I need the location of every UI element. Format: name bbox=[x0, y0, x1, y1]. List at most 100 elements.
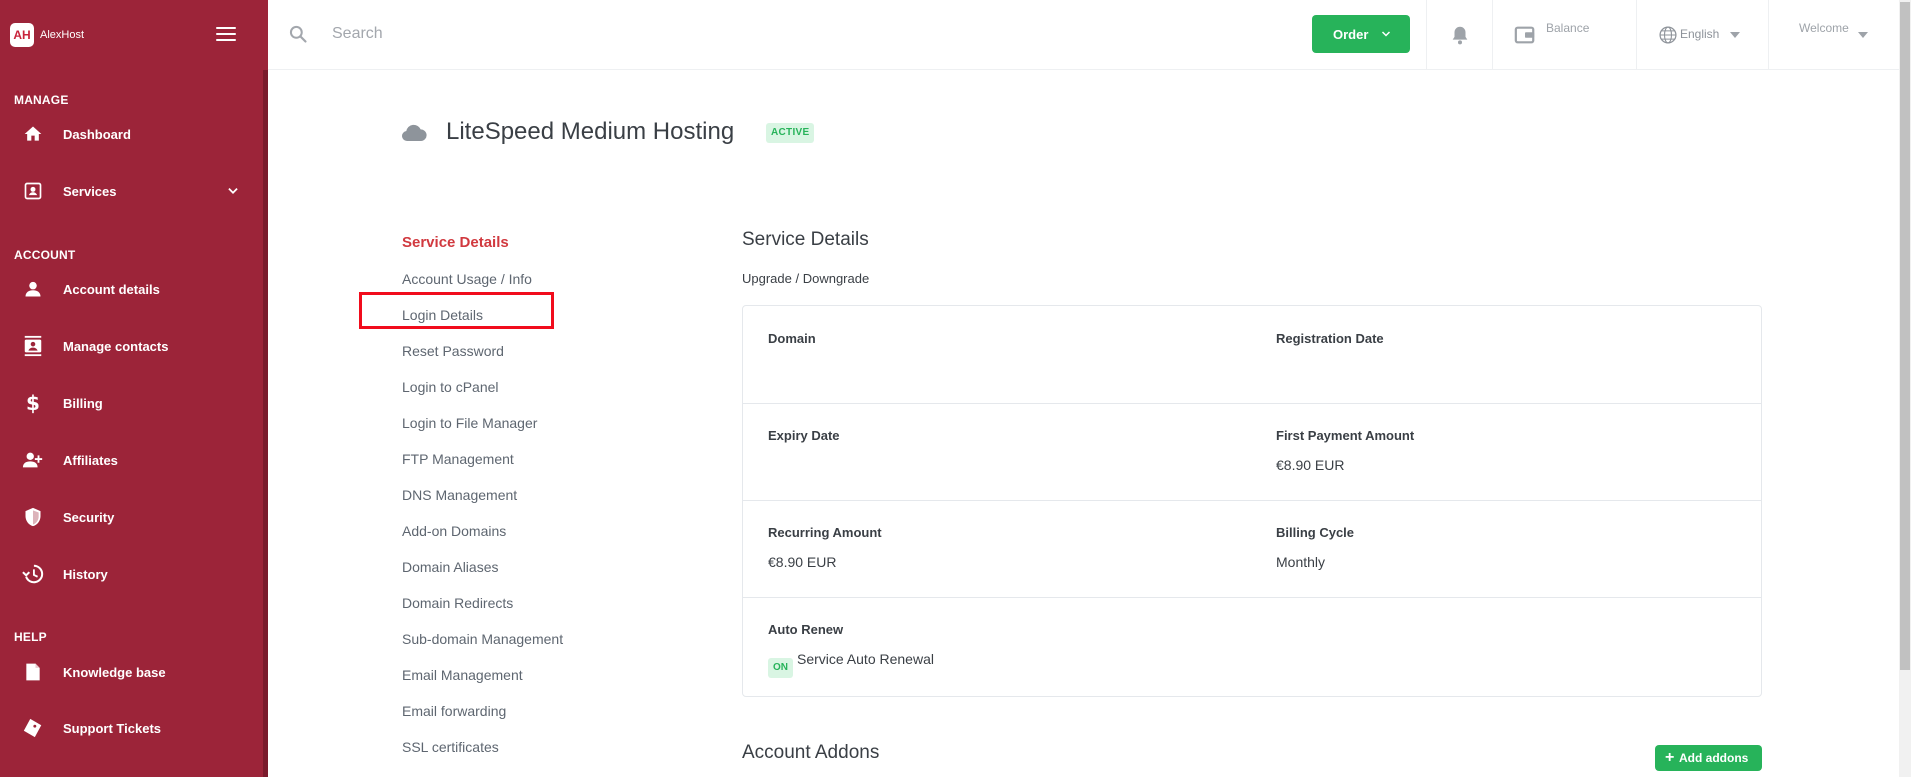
domain-label: Domain bbox=[768, 331, 816, 346]
sidebar-edge bbox=[263, 70, 268, 777]
sidebar-item-label: Account details bbox=[63, 281, 160, 297]
sidebar-item-affiliates[interactable]: Affiliates bbox=[0, 440, 260, 480]
sidebar-item-label: Manage contacts bbox=[63, 338, 169, 354]
sidebar: AH AlexHost MANAGE Dashboard Services AC… bbox=[0, 0, 268, 777]
submenu-domain-redirects[interactable]: Domain Redirects bbox=[402, 595, 513, 611]
billing-cycle-label: Billing Cycle bbox=[1276, 525, 1355, 540]
submenu-ssl-certificates[interactable]: SSL certificates bbox=[402, 739, 499, 755]
sidebar-item-account-details[interactable]: Account details bbox=[0, 269, 260, 309]
brand[interactable]: AH AlexHost bbox=[10, 22, 84, 48]
submenu-email-forwarding[interactable]: Email forwarding bbox=[402, 703, 506, 719]
first-payment-label: First Payment Amount bbox=[1276, 428, 1415, 443]
submenu-subdomain-management[interactable]: Sub-domain Management bbox=[402, 631, 563, 647]
header-divider bbox=[1636, 0, 1637, 70]
caret-down-icon bbox=[1858, 32, 1868, 38]
chevron-down-icon bbox=[1381, 31, 1391, 37]
billing-cycle-value: Monthly bbox=[1276, 554, 1326, 570]
sidebar-item-label: Support Tickets bbox=[63, 720, 162, 736]
auto-renew-toggle[interactable]: ON bbox=[768, 658, 793, 678]
service-details-title: Service Details bbox=[742, 229, 869, 250]
sidebar-item-label: Services bbox=[63, 183, 117, 199]
menu-toggle-icon[interactable] bbox=[216, 27, 236, 41]
shield-icon bbox=[22, 506, 44, 528]
sidebar-item-label: Billing bbox=[63, 395, 103, 411]
user-menu[interactable]: Welcome bbox=[1799, 21, 1849, 35]
language-selector[interactable]: English bbox=[1680, 27, 1719, 41]
submenu-login-file-manager[interactable]: Login to File Manager bbox=[402, 415, 537, 431]
sidebar-item-manage-contacts[interactable]: Manage contacts bbox=[0, 326, 260, 366]
details-row: Auto Renew ON Service Auto Renewal bbox=[743, 598, 1761, 696]
order-button-label: Order bbox=[1333, 26, 1369, 42]
details-row: Expiry Date First Payment Amount €8.90 E… bbox=[743, 404, 1761, 501]
scrollbar-thumb[interactable] bbox=[1900, 2, 1910, 670]
sidebar-item-knowledge-base[interactable]: Knowledge base bbox=[0, 652, 260, 692]
dollar-icon: $ bbox=[26, 391, 40, 415]
cloud-icon bbox=[402, 124, 427, 141]
sidebar-item-billing[interactable]: $ Billing bbox=[0, 383, 260, 423]
recurring-amount-label: Recurring Amount bbox=[768, 525, 882, 540]
submenu-login-cpanel[interactable]: Login to cPanel bbox=[402, 379, 499, 395]
sidebar-item-label: Dashboard bbox=[63, 126, 131, 142]
recurring-amount-value: €8.90 EUR bbox=[768, 554, 837, 570]
book-icon bbox=[22, 661, 44, 683]
first-payment-value: €8.90 EUR bbox=[1276, 457, 1345, 473]
section-label-manage: MANAGE bbox=[14, 93, 69, 107]
details-row: Recurring Amount €8.90 EUR Billing Cycle… bbox=[743, 501, 1761, 598]
sidebar-item-support-tickets[interactable]: Support Tickets bbox=[0, 708, 260, 748]
page-title: LiteSpeed Medium Hosting bbox=[446, 118, 735, 145]
submenu-dns-management[interactable]: DNS Management bbox=[402, 487, 517, 503]
sidebar-item-security[interactable]: Security bbox=[0, 497, 260, 537]
status-badge: ACTIVE bbox=[766, 123, 815, 143]
header-divider bbox=[1768, 0, 1769, 70]
add-addons-button[interactable]: + Add addons bbox=[1655, 745, 1762, 771]
service-details-card: Domain Registration Date Expiry Date Fir… bbox=[742, 305, 1762, 697]
chevron-down-icon[interactable] bbox=[226, 184, 240, 198]
brand-logo: AH bbox=[10, 23, 34, 47]
globe-icon[interactable] bbox=[1658, 25, 1678, 45]
upgrade-downgrade-link[interactable]: Upgrade / Downgrade bbox=[742, 271, 869, 286]
sidebar-item-label: Affiliates bbox=[63, 452, 118, 468]
section-label-account: ACCOUNT bbox=[14, 248, 76, 262]
sidebar-item-label: History bbox=[63, 566, 108, 582]
contacts-icon bbox=[22, 335, 44, 357]
auto-renew-label: Auto Renew bbox=[768, 622, 844, 637]
registration-date-label: Registration Date bbox=[1276, 331, 1384, 346]
highlight-box bbox=[359, 292, 554, 329]
ticket-icon bbox=[22, 717, 44, 739]
details-row: Domain Registration Date bbox=[743, 306, 1761, 404]
caret-down-icon bbox=[1730, 32, 1740, 38]
sidebar-item-dashboard[interactable]: Dashboard bbox=[0, 114, 260, 154]
brand-name: AlexHost bbox=[40, 29, 85, 41]
sidebar-item-services[interactable]: Services bbox=[0, 171, 260, 211]
header-divider bbox=[1492, 0, 1493, 70]
home-icon bbox=[22, 123, 44, 145]
search-icon[interactable] bbox=[288, 24, 308, 44]
bell-icon[interactable] bbox=[1449, 24, 1471, 46]
services-icon bbox=[22, 180, 44, 202]
balance-label[interactable]: Balance bbox=[1546, 21, 1589, 35]
order-button[interactable]: Order bbox=[1312, 15, 1410, 53]
user-icon bbox=[22, 278, 44, 300]
submenu-account-usage[interactable]: Account Usage / Info bbox=[402, 271, 532, 287]
header-divider bbox=[1426, 0, 1427, 70]
submenu-addon-domains[interactable]: Add-on Domains bbox=[402, 523, 506, 539]
wallet-icon[interactable] bbox=[1513, 24, 1537, 46]
sidebar-item-label: Security bbox=[63, 509, 115, 525]
section-label-help: HELP bbox=[14, 630, 47, 644]
submenu-domain-aliases[interactable]: Domain Aliases bbox=[402, 559, 499, 575]
add-addons-label: Add addons bbox=[1679, 751, 1749, 765]
search-input[interactable] bbox=[332, 20, 932, 48]
submenu-ftp-management[interactable]: FTP Management bbox=[402, 451, 514, 467]
top-header: Order Balance English Welcome bbox=[268, 0, 1911, 70]
affiliates-icon bbox=[22, 449, 44, 471]
history-icon bbox=[22, 563, 44, 585]
account-addons-title: Account Addons bbox=[742, 742, 880, 763]
submenu-email-management[interactable]: Email Management bbox=[402, 667, 523, 683]
plus-icon: + bbox=[1665, 749, 1675, 766]
submenu-reset-password[interactable]: Reset Password bbox=[402, 343, 504, 359]
submenu-service-details[interactable]: Service Details bbox=[402, 234, 509, 251]
sidebar-item-label: Knowledge base bbox=[63, 664, 166, 680]
auto-renew-value: Service Auto Renewal bbox=[797, 651, 934, 667]
sidebar-item-history[interactable]: History bbox=[0, 554, 260, 594]
expiry-date-label: Expiry Date bbox=[768, 428, 840, 443]
